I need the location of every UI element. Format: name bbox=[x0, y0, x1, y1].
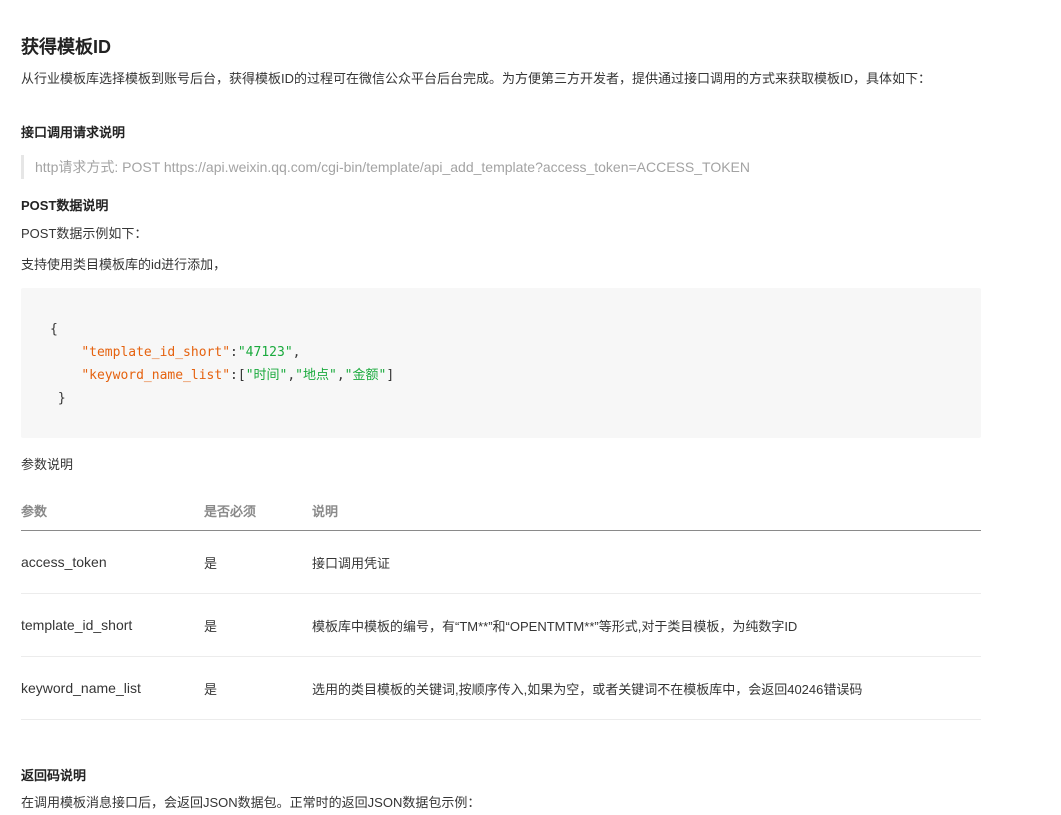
post-heading: POST数据说明 bbox=[21, 198, 109, 213]
code-key-template-id-short: "template_id_short" bbox=[81, 345, 231, 360]
return-code-text: 在调用模板消息接口后，会返回JSON数据包。正常时的返回JSON数据包示例： bbox=[21, 795, 481, 810]
page-title: 获得模板ID bbox=[21, 37, 111, 57]
request-heading: 接口调用请求说明 bbox=[21, 125, 126, 140]
param-name: access_token bbox=[21, 530, 204, 594]
param-description: 模板库中模板的编号，有“TM**”和“OPENTMTM**”等形式,对于类目模板… bbox=[312, 593, 981, 657]
code-value-template-id: "47123" bbox=[237, 345, 293, 360]
support-text: 支持使用类目模板库的id进行添加， bbox=[21, 257, 227, 272]
code-value-keyword-1: "时间" bbox=[245, 368, 288, 383]
return-code-heading: 返回码说明 bbox=[21, 768, 87, 783]
code-value-keyword-3: "金额" bbox=[344, 368, 387, 383]
table-header-row: 参数 是否必须 说明 bbox=[21, 490, 981, 531]
param-name: keyword_name_list bbox=[21, 656, 204, 720]
param-heading: 参数说明 bbox=[21, 457, 74, 472]
table-row: keyword_name_list 是 选用的类目模板的关键词,按顺序传入,如果… bbox=[21, 656, 981, 720]
param-required: 是 bbox=[204, 656, 312, 720]
post-example-text: POST数据示例如下： bbox=[21, 226, 148, 241]
request-blockquote: http请求方式: POST https://api.weixin.qq.com… bbox=[21, 155, 985, 179]
code-close-brace: } bbox=[57, 391, 66, 406]
table-row: access_token 是 接口调用凭证 bbox=[21, 530, 981, 594]
param-table: 参数 是否必须 说明 access_token 是 接口调用凭证 templat… bbox=[21, 490, 981, 720]
param-description: 选用的类目模板的关键词,按顺序传入,如果为空，或者关键词不在模板库中，会返回40… bbox=[312, 656, 981, 720]
param-required: 是 bbox=[204, 593, 312, 657]
code-key-keyword-name-list: "keyword_name_list" bbox=[81, 368, 231, 383]
param-required: 是 bbox=[204, 530, 312, 594]
param-description: 接口调用凭证 bbox=[312, 530, 981, 594]
table-header-required: 是否必须 bbox=[204, 490, 312, 531]
code-open-brace: { bbox=[50, 322, 58, 337]
code-value-keyword-2: "地点" bbox=[295, 368, 337, 383]
code-block: { "template_id_short":"47123", "keyword_… bbox=[21, 288, 981, 438]
param-name: template_id_short bbox=[21, 593, 204, 657]
doc-page: 获得模板ID 从行业模板库选择模板到账号后台，获得模板ID的过程可在微信公众平台… bbox=[0, 0, 1061, 815]
intro-paragraph: 从行业模板库选择模板到账号后台，获得模板ID的过程可在微信公众平台后台完成。为方… bbox=[21, 71, 932, 86]
code-pre: { "template_id_short":"47123", "keyword_… bbox=[50, 322, 395, 406]
table-row: template_id_short 是 模板库中模板的编号，有“TM**”和“O… bbox=[21, 593, 981, 657]
table-header-param: 参数 bbox=[21, 490, 204, 531]
table-header-description: 说明 bbox=[312, 490, 981, 531]
